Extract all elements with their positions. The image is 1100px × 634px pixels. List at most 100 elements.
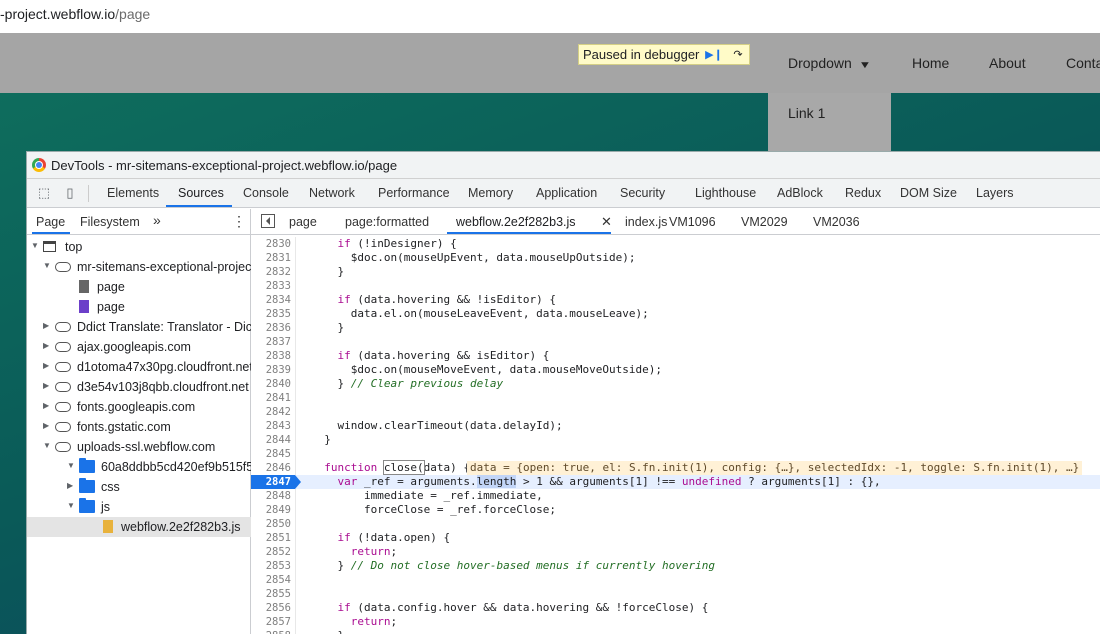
line-number[interactable]: 2836 <box>251 321 291 335</box>
navigator-tab-filesystem[interactable]: Filesystem <box>80 215 140 229</box>
nav-dropdown[interactable]: Dropdown ▼ <box>788 55 871 71</box>
code-line[interactable]: 2830 if (!inDesigner) { <box>251 237 1100 251</box>
line-number[interactable]: 2848 <box>251 489 291 503</box>
tree-item[interactable]: ▼ 60a8ddbb5cd420ef9b515f57 <box>27 457 251 477</box>
code-line[interactable]: 2840 } // Clear previous delay <box>251 377 1100 391</box>
code-line[interactable]: 2845 <box>251 447 1100 461</box>
resume-icon[interactable]: ▶❙ <box>705 47 723 63</box>
collapsed-arrow-icon[interactable]: ▶ <box>67 481 73 490</box>
tree-item[interactable]: ▶ d3e54v103j8qbb.cloudfront.net <box>27 377 251 397</box>
line-number[interactable]: 2857 <box>251 615 291 629</box>
code-line[interactable]: 2851 if (!data.open) { <box>251 531 1100 545</box>
paused-code-line[interactable]: 2847 var _ref = arguments.length > 1 && … <box>251 475 1100 489</box>
code-line[interactable]: 2842 <box>251 405 1100 419</box>
line-number[interactable]: 2842 <box>251 405 291 419</box>
line-number[interactable]: 2847 <box>251 475 301 489</box>
expanded-arrow-icon[interactable]: ▼ <box>31 241 39 250</box>
dropdown-link-1[interactable]: Link 1 <box>788 105 825 121</box>
line-number[interactable]: 2845 <box>251 447 291 461</box>
tab-memory[interactable]: Memory <box>468 186 513 200</box>
code-line[interactable]: 2844 } <box>251 433 1100 447</box>
code-line[interactable]: 2852 return; <box>251 545 1100 559</box>
tab-application[interactable]: Application <box>536 186 597 200</box>
tree-item[interactable]: ▼ top <box>27 237 251 257</box>
code-line[interactable]: 2848 immediate = _ref.immediate, <box>251 489 1100 503</box>
tree-item[interactable]: page <box>27 277 251 297</box>
line-number[interactable]: 2850 <box>251 517 291 531</box>
line-number[interactable]: 2831 <box>251 251 291 265</box>
file-tab-vm2029[interactable]: VM2029 <box>741 215 788 229</box>
line-number[interactable]: 2835 <box>251 307 291 321</box>
tree-item[interactable]: ▼ mr-sitemans-exceptional-project. <box>27 257 251 277</box>
tree-item[interactable]: webflow.2e2f282b3.js <box>27 517 251 537</box>
tab-layers[interactable]: Layers <box>976 186 1014 200</box>
code-line[interactable]: 2850 <box>251 517 1100 531</box>
line-number[interactable]: 2841 <box>251 391 291 405</box>
file-tab-index-js[interactable]: index.js <box>625 215 667 229</box>
line-number[interactable]: 2837 <box>251 335 291 349</box>
line-number[interactable]: 2854 <box>251 573 291 587</box>
line-number[interactable]: 2849 <box>251 503 291 517</box>
code-line[interactable]: 2838 if (data.hovering && isEditor) { <box>251 349 1100 363</box>
device-toolbar-icon[interactable]: ▯ <box>62 185 78 201</box>
navigator-tab-page[interactable]: Page <box>36 215 65 229</box>
code-line[interactable]: 2858 } <box>251 629 1100 634</box>
line-number[interactable]: 2832 <box>251 265 291 279</box>
close-icon[interactable]: ✕ <box>601 214 612 230</box>
file-tab-vm2036[interactable]: VM2036 <box>813 215 860 229</box>
tab-elements[interactable]: Elements <box>107 186 159 200</box>
tab-network[interactable]: Network <box>309 186 355 200</box>
code-line[interactable]: 2836 } <box>251 321 1100 335</box>
code-line[interactable]: 2831 $doc.on(mouseUpEvent, data.mouseUpO… <box>251 251 1100 265</box>
code-line[interactable]: 2837 <box>251 335 1100 349</box>
navigator-menu-icon[interactable]: ⋮ <box>232 213 246 230</box>
line-number[interactable]: 2840 <box>251 377 291 391</box>
tree-item[interactable]: ▶ d1otoma47x30pg.cloudfront.net <box>27 357 251 377</box>
expanded-arrow-icon[interactable]: ▼ <box>67 461 75 470</box>
expanded-arrow-icon[interactable]: ▼ <box>67 501 75 510</box>
code-view[interactable]: 2830 if (!inDesigner) {2831 $doc.on(mous… <box>251 237 1100 634</box>
line-number[interactable]: 2838 <box>251 349 291 363</box>
line-number[interactable]: 2833 <box>251 279 291 293</box>
collapsed-arrow-icon[interactable]: ▶ <box>43 401 49 410</box>
file-tab-webflow-js[interactable]: webflow.2e2f282b3.js <box>456 215 576 229</box>
tab-redux[interactable]: Redux <box>845 186 881 200</box>
line-number[interactable]: 2843 <box>251 419 291 433</box>
tree-item[interactable]: ▶ Ddict Translate: Translator - Dictic <box>27 317 251 337</box>
inspect-element-icon[interactable]: ⬚ <box>36 185 52 201</box>
code-line[interactable]: 2841 <box>251 391 1100 405</box>
tree-item[interactable]: ▼ uploads-ssl.webflow.com <box>27 437 251 457</box>
collapsed-arrow-icon[interactable]: ▶ <box>43 381 49 390</box>
address-bar[interactable]: -project.webflow.io/page <box>0 0 1100 33</box>
nav-contact-link[interactable]: Conta <box>1066 55 1100 71</box>
line-number[interactable]: 2839 <box>251 363 291 377</box>
file-tab-vm1096[interactable]: VM1096 <box>669 215 716 229</box>
line-number[interactable]: 2855 <box>251 587 291 601</box>
line-number[interactable]: 2851 <box>251 531 291 545</box>
line-number[interactable]: 2856 <box>251 601 291 615</box>
tab-console[interactable]: Console <box>243 186 289 200</box>
file-tab-page-formatted[interactable]: page:formatted <box>345 215 429 229</box>
line-number[interactable]: 2858 <box>251 629 291 634</box>
collapsed-arrow-icon[interactable]: ▶ <box>43 341 49 350</box>
tab-adblock[interactable]: AdBlock <box>777 186 823 200</box>
code-line[interactable]: 2835 data.el.on(mouseLeaveEvent, data.mo… <box>251 307 1100 321</box>
code-line[interactable]: 2839 $doc.on(mouseMoveEvent, data.mouseM… <box>251 363 1100 377</box>
line-number[interactable]: 2852 <box>251 545 291 559</box>
file-tab-page[interactable]: page <box>289 215 317 229</box>
tree-item[interactable]: ▶ ajax.googleapis.com <box>27 337 251 357</box>
line-number[interactable]: 2853 <box>251 559 291 573</box>
code-line[interactable]: 2857 return; <box>251 615 1100 629</box>
toggle-navigator-icon[interactable] <box>261 214 275 228</box>
nav-about-link[interactable]: About <box>989 55 1026 71</box>
tree-item[interactable]: ▶ fonts.gstatic.com <box>27 417 251 437</box>
expanded-arrow-icon[interactable]: ▼ <box>43 261 51 270</box>
tree-item[interactable]: ▼ js <box>27 497 251 517</box>
code-line[interactable]: 2854 <box>251 573 1100 587</box>
code-line[interactable]: 2846 function close(data) {data = {open:… <box>251 460 1100 475</box>
tab-security[interactable]: Security <box>620 186 665 200</box>
more-tabs-icon[interactable]: » <box>153 212 161 228</box>
code-line[interactable]: 2834 if (data.hovering && !isEditor) { <box>251 293 1100 307</box>
collapsed-arrow-icon[interactable]: ▶ <box>43 421 49 430</box>
code-line[interactable]: 2849 forceClose = _ref.forceClose; <box>251 503 1100 517</box>
